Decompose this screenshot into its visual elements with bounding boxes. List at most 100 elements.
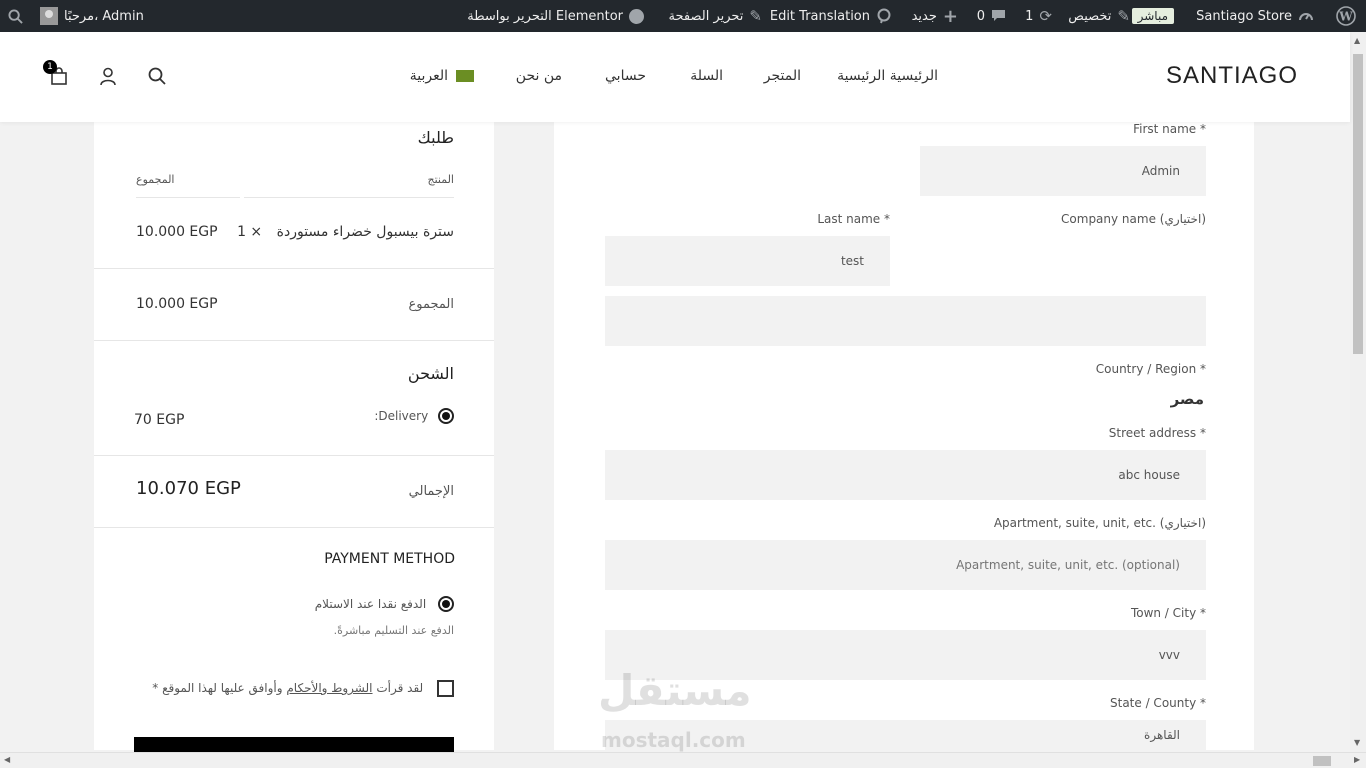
order-summary: طلبك المنتج المجموع سترة بيسبول خضراء مس… [94, 122, 494, 757]
col-total-header: المجموع [136, 173, 175, 186]
edit-page-label: تحرير الصفحة [668, 8, 744, 24]
plus-icon: + [942, 5, 958, 27]
svg-text:W: W [1338, 10, 1353, 24]
nav-about[interactable]: من نحن [516, 68, 562, 84]
brush-icon: ✎ [1117, 7, 1130, 25]
scroll-right-icon[interactable]: ▶ [1354, 755, 1360, 764]
new-label: جديد [911, 8, 937, 24]
scroll-down-icon[interactable]: ▼ [1354, 738, 1360, 747]
dashboard-icon [1299, 13, 1313, 21]
cart-item: سترة بيسبول خضراء مستوردة × 1 [237, 224, 454, 240]
shipping-radio[interactable] [438, 408, 454, 424]
billing-form: First name * Company name (اختياري) Last… [554, 122, 1254, 750]
country-select[interactable]: مصر [1171, 390, 1204, 408]
header-search[interactable] [147, 66, 169, 88]
street-input[interactable] [605, 450, 1206, 500]
site-name-menu[interactable]: Santiago Store [1196, 0, 1314, 32]
flag-icon [456, 70, 474, 82]
shipping-title: الشحن [407, 364, 454, 383]
wordpress-icon: W [1336, 6, 1356, 26]
admin-account[interactable]: مرحبًا، Admin [40, 0, 144, 32]
subtotal-value: 10.000 EGP [136, 296, 218, 312]
new-content-menu[interactable]: جديد + [912, 0, 958, 32]
elementor-label: التحرير بواسطة Elementor [467, 8, 623, 24]
vertical-scrollbar[interactable]: ▲ ▼ [1350, 32, 1366, 752]
elementor-menu[interactable]: التحرير بواسطة Elementor [467, 0, 644, 32]
comments-menu[interactable]: 0 [977, 0, 1006, 32]
first-name-label: First name * [1133, 122, 1206, 136]
payment-title: PAYMENT METHOD [324, 551, 455, 567]
city-label: Town / City * [1130, 606, 1206, 620]
live-badge: مباشر [1131, 8, 1174, 24]
site-logo[interactable]: SANTIAGO [1166, 62, 1298, 90]
payment-radio[interactable] [438, 596, 454, 612]
language-label: العربية [409, 68, 448, 84]
nav-my-account[interactable]: حسابي [605, 68, 646, 84]
shipping-method-label: Delivery: [374, 408, 429, 423]
updates-count: 1 [1025, 8, 1034, 24]
last-name-input[interactable] [605, 236, 890, 286]
item-quantity: × 1 [237, 224, 263, 240]
shipping-value: 70 EGP [134, 412, 185, 428]
shipping-option[interactable]: Delivery: [374, 408, 454, 424]
site-header: SANTIAGO الرئيسية الرئيسية المتجر السلة … [0, 32, 1350, 122]
translate-icon [877, 8, 891, 24]
edit-page-menu[interactable]: تحرير الصفحة ✎ [669, 0, 762, 32]
edit-translation-label: Edit Translation [769, 8, 870, 24]
last-name-label: Last name * [817, 212, 890, 226]
scroll-up-icon[interactable]: ▲ [1354, 36, 1360, 45]
admin-greeting: مرحبًا، Admin [64, 8, 144, 24]
admin-bar: مرحبًا، Admin W Santiago Store مباشر تخص… [0, 0, 1366, 32]
admin-search[interactable] [8, 0, 23, 32]
total-label: الإجمالي [408, 484, 454, 499]
pencil-icon: ✎ [749, 7, 762, 25]
site-name: Santiago Store [1196, 8, 1292, 24]
terms-row: لقد قرأت الشروط والأحكام وأوافق عليها له… [152, 680, 454, 697]
terms-link[interactable]: الشروط والأحكام [286, 681, 372, 695]
horizontal-scroll-thumb[interactable] [1313, 756, 1331, 766]
street-label: Street address * [1108, 426, 1206, 440]
horizontal-scrollbar[interactable]: ◀ ▶ [0, 752, 1366, 768]
item-name: سترة بيسبول خضراء مستوردة [276, 224, 454, 240]
country-label: Country / Region * [1095, 362, 1206, 376]
item-total: 10.000 EGP [136, 224, 218, 240]
order-title: طلبك [417, 128, 454, 147]
terms-checkbox[interactable] [437, 680, 454, 697]
subtotal-label: المجموع [408, 297, 454, 312]
nav-home[interactable]: الرئيسية الرئيسية [837, 68, 938, 84]
nav-cart[interactable]: السلة [690, 68, 723, 84]
comments-count: 0 [976, 8, 985, 24]
payment-option-label: الدفع نقدا عند الاستلام [314, 596, 427, 611]
header-account[interactable] [98, 66, 120, 88]
cart-count-badge: 1 [43, 60, 57, 74]
state-label: State / County * [1110, 696, 1206, 710]
apartment-label: Apartment, suite, unit, etc. (اختياري) [993, 516, 1206, 530]
watermark-latin: mostaql.com [601, 728, 746, 752]
total-value: 10.070 EGP [136, 478, 241, 499]
comment-icon [992, 10, 1005, 21]
nav-language[interactable]: العربية [410, 68, 474, 84]
first-name-input[interactable] [920, 146, 1206, 196]
payment-description: الدفع عند التسليم مباشرةً. [333, 624, 454, 637]
payment-option[interactable]: الدفع نقدا عند الاستلام [315, 596, 454, 612]
search-icon [8, 8, 23, 24]
nav-shop[interactable]: المتجر [764, 68, 801, 84]
updates-icon: ⟳ [1039, 7, 1052, 25]
company-input[interactable] [605, 296, 1206, 346]
live-badge-item[interactable]: مباشر [1131, 0, 1174, 32]
customize-label: تخصيص [1068, 8, 1112, 24]
customize-menu[interactable]: تخصيص ✎ [1068, 0, 1130, 32]
updates-menu[interactable]: 1 ⟳ [1025, 0, 1052, 32]
apartment-input[interactable] [605, 540, 1206, 590]
wp-logo-menu[interactable]: W [1336, 0, 1356, 32]
vertical-scroll-thumb[interactable] [1353, 54, 1363, 354]
scroll-left-icon[interactable]: ◀ [4, 755, 10, 764]
terms-prefix: لقد قرأت [376, 681, 424, 695]
col-product-header: المنتج [427, 173, 454, 186]
watermark-arabic: مستقل [598, 666, 752, 715]
search-icon [148, 67, 166, 85]
user-icon [100, 67, 116, 86]
avatar [40, 7, 58, 25]
edit-translation-menu[interactable]: Edit Translation [770, 0, 892, 32]
terms-suffix: وأوافق عليها لهذا الموقع * [152, 681, 283, 695]
